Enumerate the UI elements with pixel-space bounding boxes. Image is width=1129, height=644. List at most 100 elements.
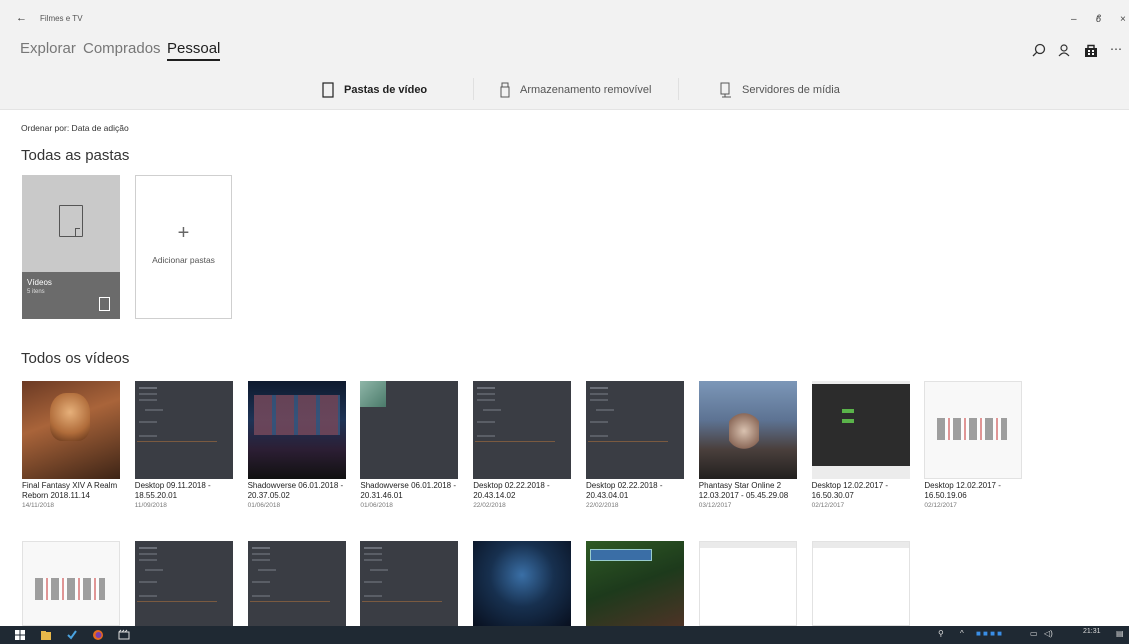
add-folder-label: Adicionar pastas [152,255,215,265]
video-thumbnail [360,381,459,479]
tasks-icon[interactable] [66,629,78,641]
video-title: Desktop 02.22.2018 - 20.43.04.01 [586,481,663,500]
film-icon[interactable] [118,629,130,641]
video-thumbnail [22,381,120,479]
divider [473,78,474,100]
show-hidden-icons-icon[interactable]: ^ [960,629,964,638]
tray-apps-icon[interactable]: ■ ■ ■ ■ [976,629,1002,638]
subnav-video-folders[interactable]: Pastas de vídeo [322,80,427,100]
video-title: Shadowverse 06.01.2018 - 20.31.46.01 [360,481,457,500]
app-title: Filmes e TV [40,14,83,23]
video-thumbnail [586,541,684,626]
file-explorer-icon[interactable] [40,629,52,641]
video-thumbnail [811,381,910,479]
video-thumbnail [247,541,346,626]
video-tile[interactable]: Phantasy Star Online 2 12.03.2017 - 05.4… [698,381,799,509]
clock[interactable]: 21:31 [1083,628,1101,635]
volume-icon[interactable]: ◁) [1044,629,1053,638]
subnav-label: Armazenamento removível [520,84,652,96]
minimize-button[interactable]: – [1071,14,1077,25]
close-button[interactable]: × [1120,14,1126,25]
restore-button[interactable]: ϐ [1096,14,1101,25]
video-tile[interactable]: Desktop 02.22.2018 - 20.43.04.01 22/02/20… [586,381,686,509]
video-date: 02/12/2017 [811,502,845,509]
subnav-label: Pastas de vídeo [344,84,428,96]
notifications-icon[interactable]: ▤ [1116,629,1124,638]
folder-tile-videos[interactable]: Vídeos 5 itens [22,175,120,319]
video-thumbnail [924,381,1023,479]
video-title: Desktop 12.02.2017 - 16.50.30.07 [811,481,889,500]
video-thumbnail [247,381,346,479]
video-thumbnail [698,541,797,626]
video-tile[interactable]: Shadowverse 06.01.2018 - 20.31.46.01 01/0… [360,381,460,509]
video-tile[interactable] [134,541,235,626]
subnav-media-servers[interactable]: Servidores de mídia [720,80,840,100]
video-title: Desktop 02.22.2018 - 20.43.14.02 [473,481,550,500]
video-tile[interactable] [247,541,348,626]
video-tile[interactable] [586,541,686,626]
video-title: Phantasy Star Online 2 12.03.2017 - 05.4… [698,481,789,500]
folder-source-nav: Pastas de vídeo Armazenamento removível … [0,68,1129,110]
folders-heading: Todas as pastas [21,147,130,164]
video-tile[interactable]: Desktop 12.02.2017 - 16.50.19.06 02/12/20… [924,381,1024,509]
video-date: 14/11/2018 [22,502,55,509]
video-thumbnail [134,381,233,479]
video-date: 01/06/2018 [360,502,393,509]
back-arrow-icon[interactable]: ← [16,12,27,24]
video-tile[interactable]: Desktop 02.22.2018 - 20.43.14.02 22/02/20… [473,381,573,509]
video-thumbnail [811,541,910,626]
folder-info: Vídeos 5 itens [22,272,120,319]
tab-pessoal[interactable]: Pessoal [167,40,221,61]
video-date: 11/09/2018 [134,502,167,509]
windows-taskbar: ⚲ ^ ■ ■ ■ ■ ▭ ◁) 21:31 ▤ [0,626,1129,644]
video-tile[interactable]: Shadowverse 06.01.2018 - 20.37.05.02 01/0… [247,381,348,509]
folder-name: Vídeos [27,278,52,287]
video-tile[interactable] [360,541,460,626]
video-date: 01/06/2018 [247,502,281,509]
pivot-nav: Explorar Comprados Pessoal ⋯ [0,36,1129,68]
video-tile[interactable] [22,541,122,626]
network-icon[interactable]: ▭ [1030,629,1038,638]
videos-heading: Todos os vídeos [21,350,130,367]
search-icon[interactable] [1030,42,1048,60]
folder-item-count: 5 itens [27,289,45,295]
video-tile[interactable]: Desktop 09.11.2018 - 18.55.20.01 11/09/20… [134,381,235,509]
video-title: Shadowverse 06.01.2018 - 20.37.05.02 [247,481,344,500]
subnav-removable-storage[interactable]: Armazenamento removível [500,80,651,100]
folder-icon [322,82,334,98]
video-thumbnail [473,541,572,626]
video-date: 22/02/2018 [473,502,506,509]
media-server-icon [720,82,731,98]
firefox-icon[interactable] [92,629,104,641]
add-folder-button[interactable]: + Adicionar pastas [135,175,232,319]
tab-explorar[interactable]: Explorar [20,40,76,57]
people-icon[interactable]: ⚲ [938,629,944,638]
subnav-label: Servidores de mídia [742,84,840,96]
more-options-button[interactable]: ⋯ [1110,42,1122,56]
video-tile[interactable] [473,541,573,626]
video-tile[interactable]: Final Fantasy XIV A Realm Reborn 2018.11… [22,381,122,509]
video-tile[interactable] [698,541,799,626]
divider [678,78,679,100]
video-title: Desktop 09.11.2018 - 18.55.20.01 [134,481,211,500]
video-thumbnail [586,381,684,479]
video-thumbnail [473,381,572,479]
video-tile[interactable] [811,541,912,626]
account-icon[interactable] [1056,42,1074,60]
sort-dropdown[interactable]: Ordenar por: Data de adição [21,123,129,133]
windows-start-icon[interactable] [14,629,26,641]
video-thumbnail [22,541,120,626]
video-title: Final Fantasy XIV A Realm Reborn 2018.11… [22,481,118,500]
video-date: 22/02/2018 [586,502,619,509]
video-date: 03/12/2017 [698,502,732,509]
folder-small-icon [99,297,110,311]
tab-comprados[interactable]: Comprados [83,40,161,57]
plus-icon: + [177,222,190,244]
usb-drive-icon [500,82,510,98]
video-thumbnail [360,541,459,626]
store-bag-icon[interactable] [1082,42,1100,60]
folder-icon [59,205,83,237]
video-thumbnail [134,541,233,626]
title-bar: ← Filmes e TV – ϐ × [0,0,1129,36]
video-tile[interactable]: Desktop 12.02.2017 - 16.50.30.07 02/12/20… [811,381,912,509]
